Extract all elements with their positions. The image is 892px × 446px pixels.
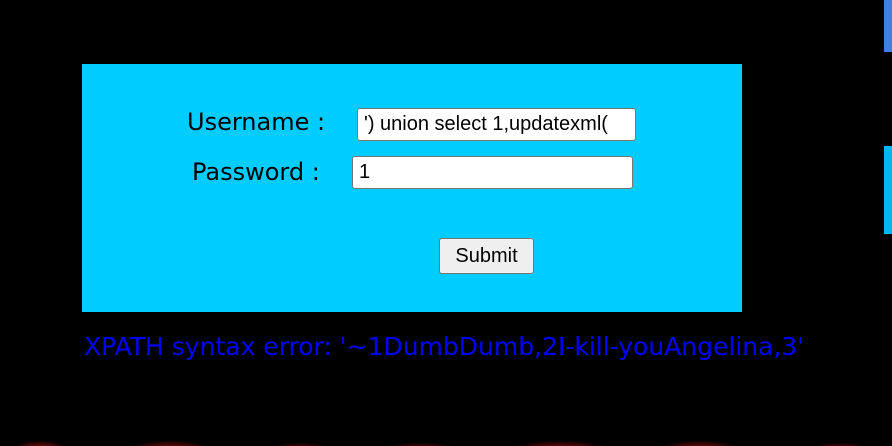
password-label: Password : (192, 158, 320, 186)
username-input[interactable]: ') union select 1,updatexml( (357, 108, 636, 141)
error-message: XPATH syntax error: '~1DumbDumb,2I-kill-… (84, 332, 805, 361)
username-label: Username : (187, 108, 326, 136)
submit-button[interactable]: Submit (439, 238, 534, 274)
scrollbar-edge (884, 0, 892, 52)
password-input[interactable]: 1 (352, 156, 633, 189)
page: Username : ') union select 1,updatexml( … (0, 0, 892, 446)
side-panel-edge (884, 146, 892, 234)
login-panel: Username : ') union select 1,updatexml( … (82, 64, 742, 312)
decorative-glow-banner (0, 420, 892, 446)
